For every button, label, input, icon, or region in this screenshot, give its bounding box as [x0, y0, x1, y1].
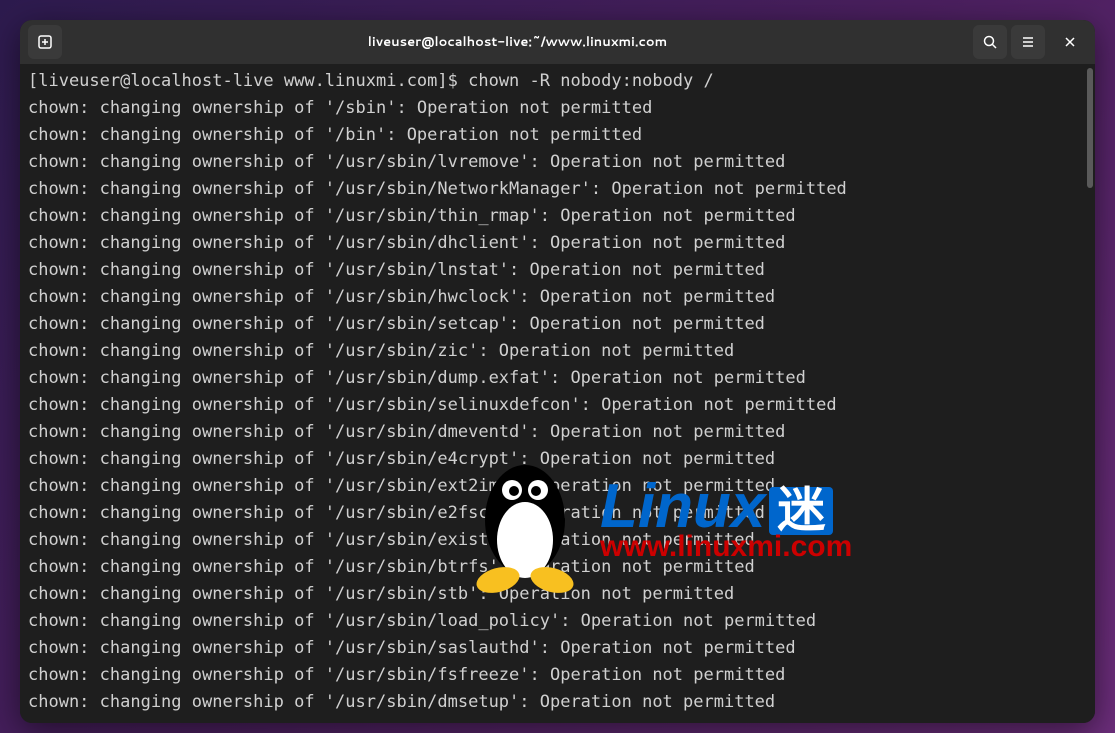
output-line: chown: changing ownership of '/usr/sbin/…	[28, 341, 734, 361]
scrollbar[interactable]	[1087, 68, 1093, 188]
shell-command: chown -R nobody:nobody /	[468, 71, 714, 91]
menu-button[interactable]	[1011, 25, 1045, 59]
output-line: chown: changing ownership of '/sbin': Op…	[28, 98, 652, 118]
output-line: chown: changing ownership of '/usr/sbin/…	[28, 611, 816, 631]
titlebar-right	[973, 25, 1087, 59]
plus-icon	[37, 34, 53, 50]
prompt-line: [liveuser@localhost-live www.linuxmi.com…	[28, 71, 714, 91]
output-line: chown: changing ownership of '/usr/sbin/…	[28, 368, 806, 388]
output-line: chown: changing ownership of '/usr/sbin/…	[28, 503, 765, 523]
output-line: chown: changing ownership of '/usr/sbin/…	[28, 638, 796, 658]
search-button[interactable]	[973, 25, 1007, 59]
output-line: chown: changing ownership of '/usr/sbin/…	[28, 314, 765, 334]
output-line: chown: changing ownership of '/usr/sbin/…	[28, 584, 734, 604]
titlebar-left	[28, 25, 62, 59]
terminal-body[interactable]: [liveuser@localhost-live www.linuxmi.com…	[20, 64, 1095, 723]
output-line: chown: changing ownership of '/usr/sbin/…	[28, 395, 837, 415]
output-line: chown: changing ownership of '/usr/sbin/…	[28, 179, 847, 199]
output-line: chown: changing ownership of '/usr/sbin/…	[28, 557, 755, 577]
output-line: chown: changing ownership of '/usr/sbin/…	[28, 665, 785, 685]
output-line: chown: changing ownership of '/usr/sbin/…	[28, 476, 775, 496]
output-line: chown: changing ownership of '/usr/sbin/…	[28, 206, 796, 226]
output-line: chown: changing ownership of '/usr/sbin/…	[28, 530, 755, 550]
terminal-content: [liveuser@localhost-live www.linuxmi.com…	[28, 68, 1087, 716]
close-icon	[1063, 35, 1077, 49]
close-button[interactable]	[1053, 25, 1087, 59]
search-icon	[982, 34, 998, 50]
output-line: chown: changing ownership of '/usr/sbin/…	[28, 287, 775, 307]
output-line: chown: changing ownership of '/usr/sbin/…	[28, 449, 775, 469]
shell-prompt: [liveuser@localhost-live www.linuxmi.com…	[28, 71, 468, 91]
new-tab-button[interactable]	[28, 25, 62, 59]
output-line: chown: changing ownership of '/usr/sbin/…	[28, 233, 785, 253]
window-title: liveuser@localhost-live:~/www.linuxmi.co…	[62, 33, 973, 51]
titlebar: liveuser@localhost-live:~/www.linuxmi.co…	[20, 20, 1095, 64]
output-line: chown: changing ownership of '/bin': Ope…	[28, 125, 642, 145]
terminal-window: liveuser@localhost-live:~/www.linuxmi.co…	[20, 20, 1095, 723]
hamburger-icon	[1020, 34, 1036, 50]
output-line: chown: changing ownership of '/usr/sbin/…	[28, 260, 765, 280]
output-line: chown: changing ownership of '/usr/sbin/…	[28, 692, 775, 712]
output-line: chown: changing ownership of '/usr/sbin/…	[28, 152, 785, 172]
output-line: chown: changing ownership of '/usr/sbin/…	[28, 422, 785, 442]
